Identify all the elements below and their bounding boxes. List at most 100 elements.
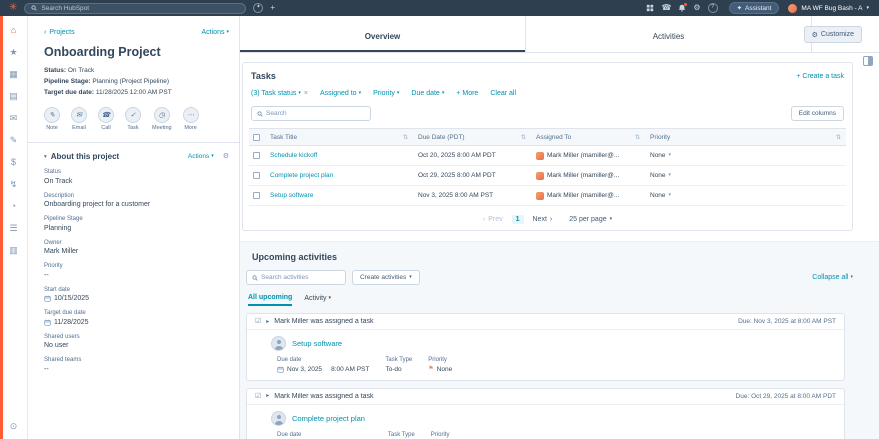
search-icon bbox=[252, 275, 258, 281]
more-filters-link[interactable]: + More bbox=[456, 90, 478, 97]
filter-priority[interactable]: Priority ▾ bbox=[373, 90, 399, 97]
task-search-input[interactable] bbox=[266, 110, 365, 117]
nav-commerce-icon[interactable]: $ bbox=[11, 158, 16, 167]
search-icon bbox=[31, 5, 37, 11]
chevron-down-icon: ▾ bbox=[669, 153, 672, 158]
tasks-title: Tasks bbox=[251, 71, 276, 81]
calendar-icon bbox=[44, 295, 51, 302]
row-checkbox[interactable] bbox=[253, 192, 260, 199]
per-page-dropdown[interactable]: 25 per page▾ bbox=[569, 216, 612, 223]
tab-all-upcoming[interactable]: All upcoming bbox=[248, 294, 292, 306]
page-number[interactable]: 1 bbox=[512, 215, 524, 224]
nav-marketing-icon[interactable]: ✉ bbox=[10, 114, 18, 123]
hubspot-logo-icon[interactable]: ✳ bbox=[9, 3, 17, 13]
priority-dropdown[interactable]: None▾ bbox=[645, 192, 846, 199]
account-avatar bbox=[788, 4, 797, 13]
clear-status-filter-icon[interactable]: × bbox=[304, 90, 308, 97]
help-icon[interactable]: ? bbox=[708, 3, 718, 13]
nav-automation-icon[interactable]: ↯ bbox=[10, 180, 18, 189]
search-icon bbox=[257, 111, 263, 117]
nav-accent-bar bbox=[0, 16, 3, 439]
activity-task-link[interactable]: Complete project plan bbox=[292, 414, 365, 423]
task-title-link[interactable]: Schedule kickoff bbox=[270, 152, 317, 159]
account-name: MA WF Bug Bash - A bbox=[801, 5, 862, 12]
notifications-icon[interactable] bbox=[678, 4, 686, 12]
about-settings-icon[interactable]: ⚙ bbox=[223, 153, 229, 160]
copilot-icon[interactable]: ✦ bbox=[253, 3, 263, 13]
task-button[interactable]: ✓Task bbox=[125, 107, 141, 131]
note-button[interactable]: ✎Note bbox=[44, 107, 60, 131]
chevron-down-icon: ▾ bbox=[298, 91, 301, 96]
create-icon[interactable]: + bbox=[270, 4, 275, 12]
nav-crm-icon[interactable]: ▤ bbox=[9, 92, 18, 101]
tab-activity-filter[interactable]: Activity ▾ bbox=[304, 294, 331, 306]
assistant-button[interactable]: ✦ Assistant bbox=[729, 2, 780, 14]
nav-data-icon[interactable]: ☰ bbox=[9, 224, 17, 233]
more-button[interactable]: ⋯More bbox=[183, 107, 199, 131]
record-actions-dropdown[interactable]: Actions ▾ bbox=[202, 29, 229, 36]
nav-library-icon[interactable]: ▥ bbox=[9, 246, 18, 255]
create-task-link[interactable]: + Create a task bbox=[796, 73, 844, 80]
expand-chevron-icon[interactable]: ▸ bbox=[266, 319, 269, 325]
property-shared-users: Shared users No user bbox=[44, 334, 229, 350]
expand-chevron-icon[interactable]: ▸ bbox=[266, 393, 269, 399]
customize-button[interactable]: ⚙ Customize bbox=[804, 26, 862, 43]
activity-header: Mark Miller was assigned a task bbox=[274, 318, 733, 325]
activities-search-input[interactable] bbox=[261, 274, 340, 281]
property-description: Description Onboarding project for a cus… bbox=[44, 193, 229, 209]
row-checkbox[interactable] bbox=[253, 152, 260, 159]
sort-icon[interactable]: ⇅ bbox=[403, 134, 408, 141]
call-button[interactable]: ☎Call bbox=[98, 107, 114, 131]
sort-icon[interactable]: ⇅ bbox=[635, 134, 640, 141]
priority-dropdown[interactable]: None▾ bbox=[645, 152, 846, 159]
prev-page-button[interactable]: ‹Prev bbox=[483, 216, 503, 223]
priority-dropdown[interactable]: None▾ bbox=[645, 172, 846, 179]
task-type-field: Task Type To-do bbox=[385, 357, 412, 373]
pagination: ‹Prev 1 Next› 25 per page▾ bbox=[249, 215, 846, 224]
nav-workspaces-icon[interactable]: ▦ bbox=[9, 70, 18, 79]
email-button[interactable]: ✉Email bbox=[71, 107, 87, 131]
select-all-checkbox[interactable] bbox=[253, 134, 260, 141]
next-page-button[interactable]: Next› bbox=[533, 216, 553, 223]
collapse-all-dropdown[interactable]: Collapse all ▾ bbox=[812, 274, 853, 281]
flag-icon: ⚑ bbox=[428, 366, 433, 372]
edit-columns-button[interactable]: Edit columns bbox=[791, 106, 844, 121]
calendar-icon bbox=[44, 319, 51, 326]
side-panel-icon[interactable] bbox=[863, 56, 873, 66]
row-checkbox[interactable] bbox=[253, 172, 260, 179]
property-priority: Priority -- bbox=[44, 263, 229, 279]
settings-icon[interactable]: ⚙ bbox=[693, 4, 700, 12]
meeting-button[interactable]: ◷Meeting bbox=[152, 107, 172, 131]
task-row: Complete project plan Oct 29, 2025 8:00 … bbox=[249, 166, 846, 186]
property-pipeline-stage: Pipeline Stage Planning bbox=[44, 216, 229, 232]
filter-due-date[interactable]: Due date ▾ bbox=[411, 90, 444, 97]
calls-icon[interactable]: ☎ bbox=[661, 4, 671, 12]
clear-all-link[interactable]: Clear all bbox=[490, 90, 516, 97]
tab-activities[interactable]: Activities bbox=[526, 16, 812, 52]
activity-due: Due: Oct 29, 2025 at 8:00 AM PDT bbox=[736, 393, 836, 400]
top-bar: ✳ Search HubSpot ✦ + ☎ ⚙ ? ✦ Assistant M… bbox=[0, 0, 879, 16]
nav-bookmarks-icon[interactable]: ★ bbox=[9, 48, 17, 57]
nav-home-icon[interactable]: ⌂ bbox=[11, 26, 16, 35]
activity-task-link[interactable]: Setup software bbox=[292, 339, 342, 348]
due-date-field: Due date Oct 29, 2025 8:00 AM PDT bbox=[277, 432, 372, 439]
filter-assigned-to[interactable]: Assigned to ▾ bbox=[320, 90, 361, 97]
nav-content-icon[interactable]: ✎ bbox=[10, 136, 18, 145]
sort-icon[interactable]: ⇅ bbox=[836, 134, 841, 141]
main-panel: Overview Activities ⚙ Customize Tasks + … bbox=[240, 16, 879, 439]
tab-overview[interactable]: Overview bbox=[240, 16, 526, 52]
sort-icon[interactable]: ⇅ bbox=[521, 134, 526, 141]
task-title-link[interactable]: Setup software bbox=[270, 192, 313, 199]
chevron-left-icon: ‹ bbox=[44, 29, 46, 36]
task-title-link[interactable]: Complete project plan bbox=[270, 172, 333, 179]
create-activities-dropdown[interactable]: Create activities ▾ bbox=[352, 270, 420, 285]
global-search-input[interactable]: Search HubSpot bbox=[24, 3, 246, 14]
collapse-caret-icon[interactable]: ▾ bbox=[44, 154, 47, 160]
back-to-projects-link[interactable]: ‹ Projects bbox=[44, 29, 75, 36]
marketplace-icon[interactable] bbox=[646, 4, 654, 12]
account-menu[interactable]: MA WF Bug Bash - A ▾ bbox=[788, 4, 869, 13]
about-actions-dropdown[interactable]: Actions ▾ bbox=[188, 153, 214, 160]
user-guide-icon[interactable]: ⊙ bbox=[10, 422, 18, 431]
filter-task-status[interactable]: (3) Task status ▾ × bbox=[251, 90, 308, 97]
nav-reporting-icon[interactable]: ◔ bbox=[11, 202, 16, 211]
